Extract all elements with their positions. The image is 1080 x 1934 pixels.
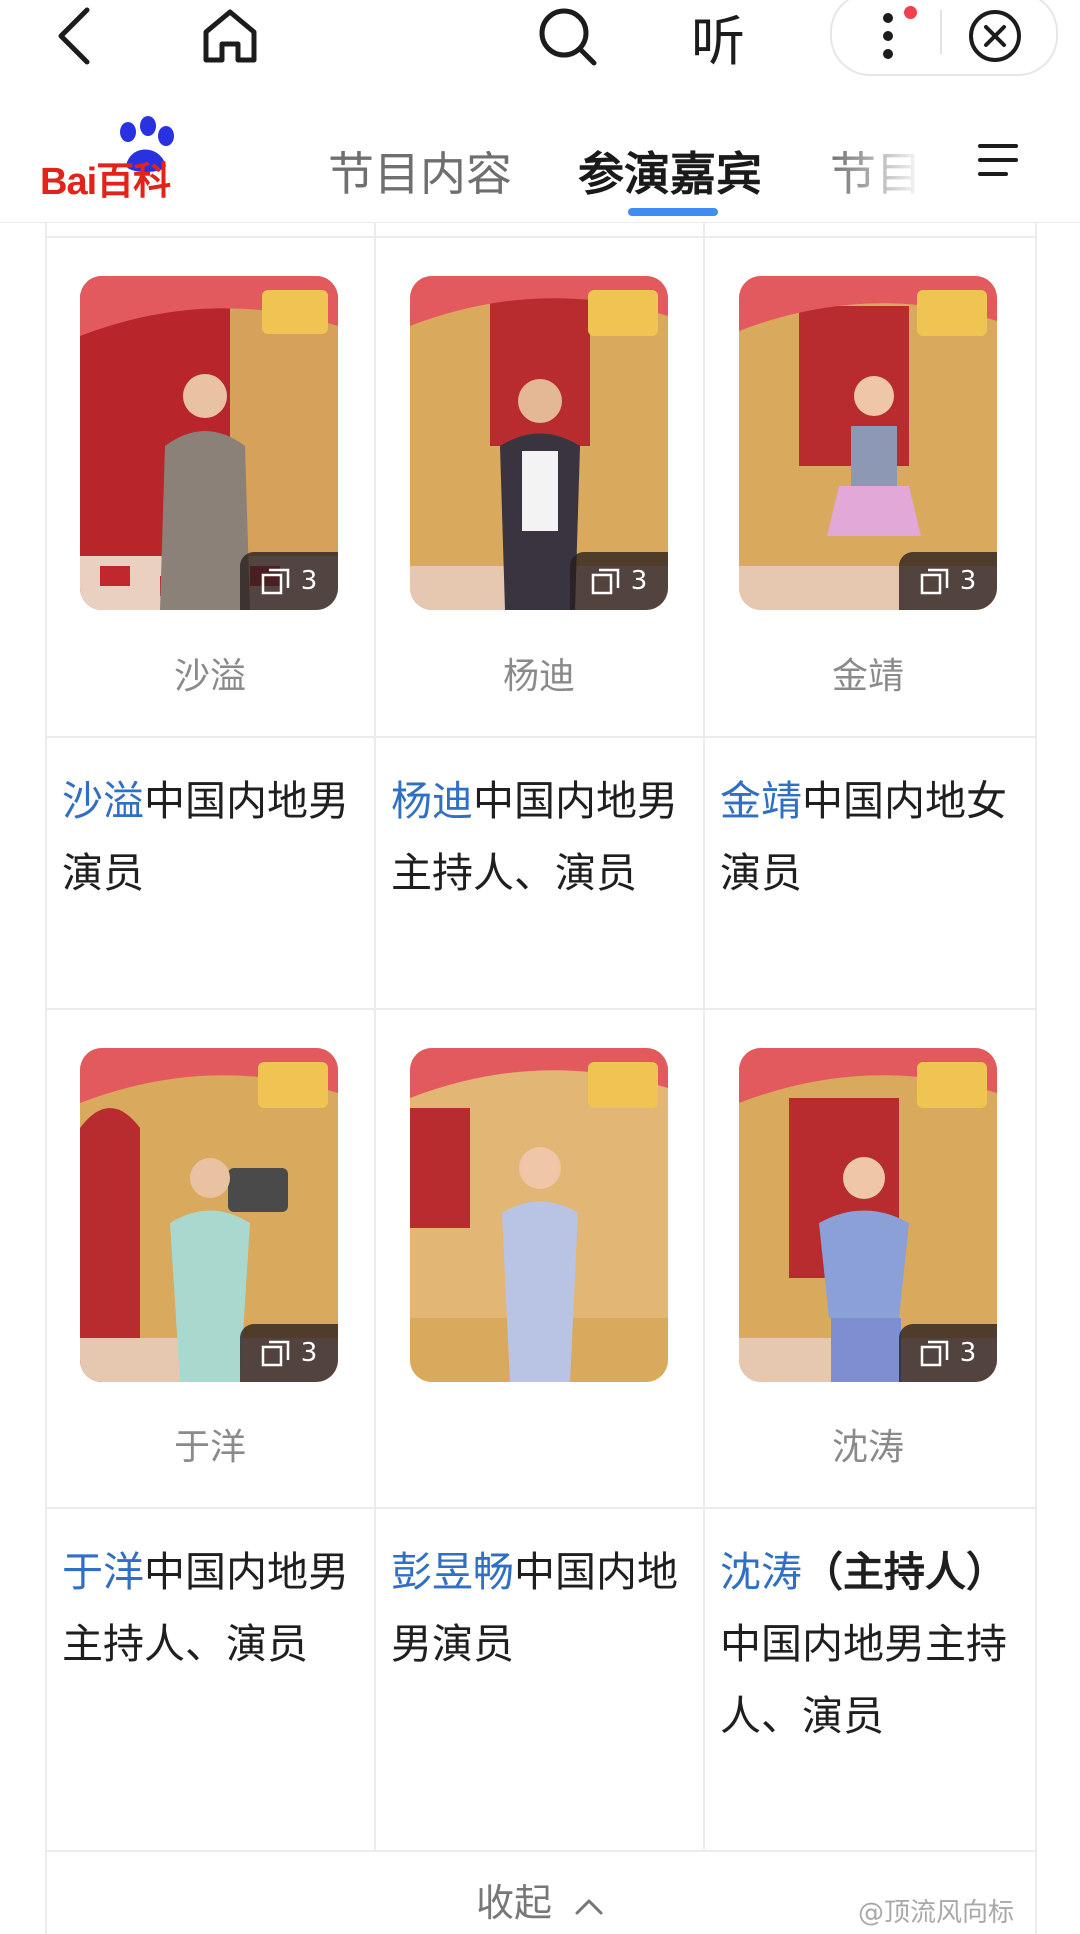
capsule-divider	[940, 10, 942, 54]
photo-count: 3	[959, 566, 977, 596]
photo-count: 3	[959, 1338, 977, 1368]
gallery-icon	[261, 1340, 289, 1367]
listen-button[interactable]: 听	[680, 0, 756, 73]
cast-name-label[interactable]: 沙溢	[45, 647, 375, 699]
gallery-icon	[920, 1340, 948, 1367]
home-icon[interactable]	[195, 0, 265, 72]
weibo-watermark: @顶流风向标	[858, 1898, 1015, 1928]
section-tabbar: Bai百科 节目内容 参演嘉宾 节目	[0, 96, 1080, 223]
cast-name-label[interactable]: 于洋	[45, 1418, 375, 1470]
baidu-baike-logo[interactable]: Bai百科	[40, 116, 240, 203]
notification-dot	[904, 6, 917, 19]
search-icon[interactable]	[532, 0, 602, 72]
cast-name-link[interactable]: 金靖	[720, 777, 802, 825]
collapse-label: 收起	[475, 1881, 552, 1925]
cast-name-link[interactable]: 彭昱畅	[391, 1548, 514, 1596]
grid-line	[45, 736, 1035, 738]
cast-name-label[interactable]: 杨迪	[374, 647, 704, 699]
grid-line	[45, 236, 1035, 238]
grid-line	[45, 1850, 1035, 1852]
tab-program-content[interactable]: 节目内容	[328, 138, 512, 204]
cast-description: 沙溢中国内地男演员	[62, 765, 362, 909]
cast-description: 沈涛（主持人） 中国内地男主持人、演员	[720, 1536, 1020, 1752]
cast-name-label[interactable]: 金靖	[703, 647, 1033, 699]
back-arrow-icon[interactable]	[40, 0, 110, 72]
browser-toolbar: 听	[0, 0, 1080, 90]
cast-photo-card[interactable]: 3	[739, 276, 997, 610]
cast-description: 金靖中国内地女演员	[720, 765, 1020, 909]
gallery-icon	[920, 568, 948, 595]
cast-description: 杨迪中国内地男主持人、演员	[391, 765, 691, 909]
cast-name-link[interactable]: 沙溢	[62, 777, 144, 825]
grid-line	[374, 236, 376, 1850]
gallery-icon	[261, 568, 289, 595]
photo-count-badge: 3	[899, 552, 997, 610]
cast-name-label[interactable]: 沈涛	[703, 1418, 1033, 1470]
cast-photo-card[interactable]	[410, 1048, 668, 1382]
grid-line	[45, 1507, 1035, 1509]
grid-line	[374, 222, 376, 236]
cast-description: 彭昱畅中国内地男演员	[391, 1536, 691, 1680]
tab-fade-overlay	[830, 96, 940, 222]
gallery-icon	[591, 568, 619, 595]
grid-line	[45, 1008, 1035, 1010]
active-tab-indicator	[628, 208, 718, 216]
close-circle-icon[interactable]	[960, 0, 1030, 72]
photo-count: 3	[630, 566, 648, 596]
photo-count-badge: 3	[899, 1324, 997, 1382]
photo-count: 3	[300, 1338, 318, 1368]
cast-description: 于洋中国内地男主持人、演员	[62, 1536, 362, 1680]
cast-name-link[interactable]: 沈涛	[720, 1548, 802, 1596]
chevron-up-icon	[575, 1899, 603, 1915]
cast-description-text: 中国内地男主持人、演员	[720, 1620, 1007, 1740]
photo-count-badge: 3	[240, 552, 338, 610]
grid-line	[703, 236, 705, 1850]
tab-guests[interactable]: 参演嘉宾	[578, 138, 762, 204]
cast-name-link[interactable]: 于洋	[62, 1548, 144, 1596]
menu-icon[interactable]	[976, 140, 1020, 180]
photo-count: 3	[300, 566, 318, 596]
cast-photo-card[interactable]: 3	[80, 276, 338, 610]
grid-line	[703, 222, 705, 236]
photo-count-badge: 3	[570, 552, 668, 610]
logo-text: Bai百科	[40, 161, 171, 203]
cast-name-link[interactable]: 杨迪	[391, 777, 473, 825]
cast-photo-card[interactable]: 3	[80, 1048, 338, 1382]
cast-photo-card[interactable]: 3	[410, 276, 668, 610]
cast-role-note: （主持人）	[802, 1548, 1007, 1596]
photo-count-badge: 3	[240, 1324, 338, 1382]
cast-photo-card[interactable]: 3	[739, 1048, 997, 1382]
cast-photo-image	[410, 1048, 668, 1382]
